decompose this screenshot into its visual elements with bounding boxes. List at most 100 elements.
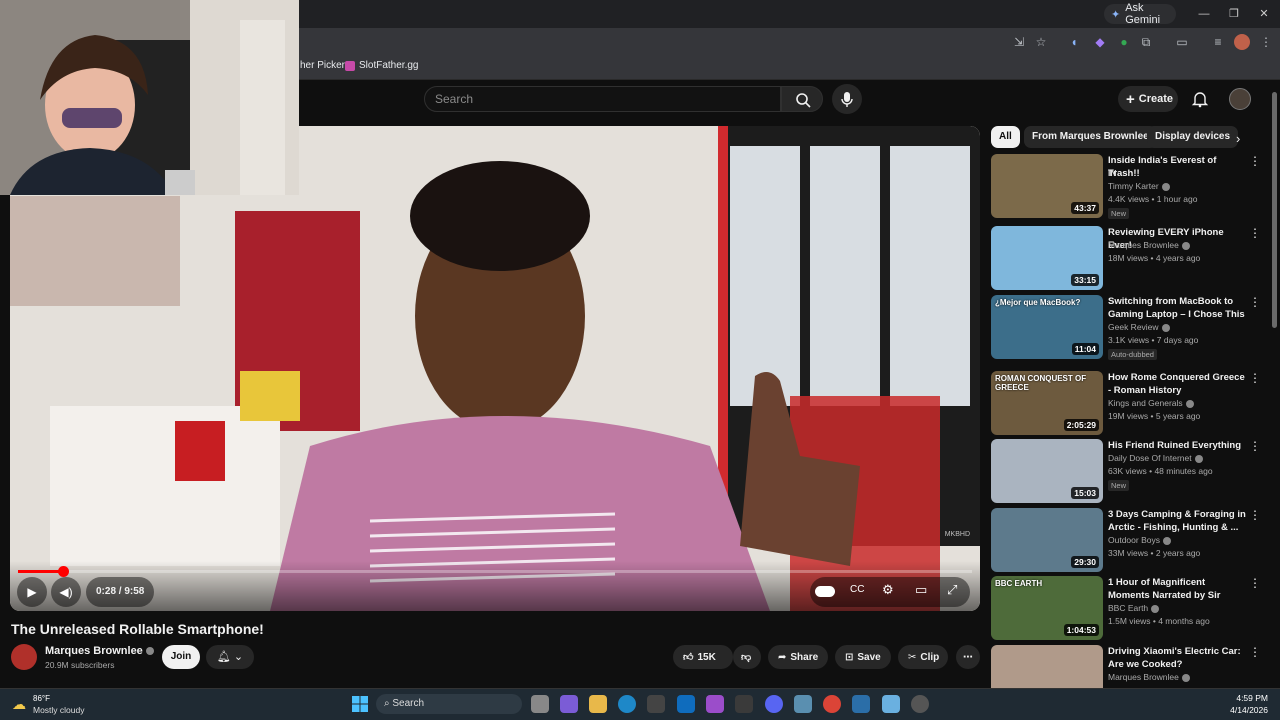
recommendation-item[interactable]: 33:15 Reviewing EVERY iPhone Ever! Marques… [991,226,1271,292]
video-thumbnail[interactable]: 29:30 [991,508,1103,572]
more-actions-button[interactable]: ⋯ [956,645,980,669]
search-input[interactable]: Search [424,86,781,112]
channel-name[interactable]: Kings and Generals [1108,398,1194,408]
more-options-icon[interactable]: ⋮ [1249,508,1261,522]
profile-avatar[interactable] [1234,34,1250,50]
video-thumbnail[interactable]: 43:37 [991,154,1103,218]
recommendation-item[interactable]: 43:37 Inside India's Everest of Trash!! IN… [991,154,1271,220]
fullscreen-icon[interactable]: ⤢ [947,582,957,598]
scrubber-handle[interactable] [57,566,69,577]
video-thumbnail[interactable]: 33:15 [991,226,1103,290]
search-button[interactable] [781,86,823,112]
edge-icon[interactable] [618,695,636,713]
restore-icon[interactable]: ❐ [1226,6,1242,22]
settings-gear-icon[interactable]: ⚙ [882,582,894,598]
start-button[interactable] [352,696,368,712]
more-options-icon[interactable]: ⋮ [1249,645,1261,659]
recommendation-title[interactable]: His Friend Ruined Everything [1108,439,1248,452]
more-options-icon[interactable]: ⋮ [1249,439,1261,453]
bookmark-item[interactable]: her Picker [300,60,345,71]
chip-from-channel[interactable]: From Marques Brownlee [1024,126,1157,148]
file-explorer-icon[interactable] [589,695,607,713]
autoplay-toggle[interactable] [815,586,835,597]
minimize-icon[interactable]: — [1196,6,1212,22]
video-thumbnail[interactable]: ¿Mejor que MacBook? 11:04 [991,295,1103,359]
chip-all[interactable]: All [991,126,1020,148]
more-options-icon[interactable]: ⋮ [1249,576,1261,590]
video-thumbnail[interactable]: ROMAN CONQUEST OF GREECE 2:05:29 [991,371,1103,435]
play-button[interactable]: ▶ [17,577,47,607]
discord-icon[interactable] [765,695,783,713]
create-button[interactable]: + Create [1118,86,1178,112]
recommendation-title[interactable]: 1 Hour of Magnificent Moments Narrated b… [1108,576,1248,604]
xbox-icon[interactable] [735,695,753,713]
video-thumbnail[interactable]: BBC EARTH 1:04:53 [991,576,1103,640]
recommendation-item[interactable]: BBC EARTH 1:04:53 1 Hour of Magnificent Mo… [991,576,1271,642]
recommendation-title[interactable]: Driving Xiaomi's Electric Car: Are we Co… [1108,645,1248,671]
like-button[interactable]: 👍︎ 15K [673,645,733,669]
app-icon[interactable] [706,695,724,713]
video-player[interactable]: MKBHD ▶ ◀) 0:28 / 9:58 CC ⚙ ▭ ⤢ [10,126,980,611]
extension-icon[interactable]: ◆ [1092,34,1108,50]
progress-bar[interactable] [18,566,972,577]
extension-icon[interactable]: ● [1116,34,1132,50]
kebab-menu-icon[interactable]: ⋮ [1258,34,1274,50]
recommendation-title[interactable]: How Rome Conquered Greece - Roman Histor… [1108,371,1248,399]
recommendation-item[interactable]: ¿Mejor que MacBook? 11:04 Switching from M… [991,295,1271,361]
chip-display-devices[interactable]: Display devices [1147,126,1239,148]
channel-name[interactable]: Marques Brownlee [1108,672,1190,682]
captions-icon[interactable]: CC [850,584,864,595]
app-icon[interactable] [852,695,870,713]
channel-name[interactable]: BBC Earth [1108,603,1160,613]
account-avatar[interactable] [1229,88,1251,110]
extension-icon[interactable]: ◖ [1066,34,1082,50]
recommendation-item[interactable]: 29:30 3 Days Camping & Foraging in Arctic… [991,508,1271,574]
mute-button[interactable]: ◀) [51,577,81,607]
notepad-icon[interactable] [882,695,900,713]
task-view-icon[interactable] [531,695,549,713]
clip-button[interactable]: ✂ Clip [898,645,948,669]
store-icon[interactable] [647,695,665,713]
puzzle-icon[interactable]: ⧉ [1138,34,1154,50]
channel-name[interactable]: Outdoor Boys [1108,535,1171,545]
save-button[interactable]: ⊡ Save [835,645,891,669]
menu-lines-icon[interactable]: ≡ [1210,34,1226,50]
channel-name[interactable]: Geek Review [1108,322,1170,332]
chrome-icon[interactable] [823,695,841,713]
recommendation-item[interactable]: ROMAN CONQUEST OF GREECE 2:05:29 How Rome … [991,371,1271,437]
theater-mode-icon[interactable]: ▭ [915,582,927,598]
notifications-button[interactable] [1191,90,1209,108]
dislike-button[interactable]: 👎︎ [733,645,761,669]
share-button[interactable]: ➦ Share [768,645,828,669]
recommendation-item[interactable]: 15:03 His Friend Ruined Everything Daily D… [991,439,1271,505]
install-icon[interactable]: ⇲ [1011,34,1027,50]
app-icon[interactable] [794,695,812,713]
ask-gemini-button[interactable]: ✦ Ask Gemini [1104,2,1176,26]
scrollbar[interactable] [1272,92,1277,328]
recommendation-title[interactable]: Switching from MacBook to Gaming Laptop … [1108,295,1248,323]
taskbar-search[interactable]: ⌕ Search [376,694,522,714]
recommendation-title[interactable]: Inside India's Everest of Trash!! [1108,154,1248,180]
voice-search-button[interactable] [832,84,862,114]
join-button[interactable]: Join [162,645,200,669]
subscribed-bell-button[interactable]: 🔔︎ ⌄ [206,645,254,669]
channel-avatar[interactable] [11,644,37,670]
channel-name[interactable]: Timmy Karter [1108,181,1170,191]
recommendation-title[interactable]: 3 Days Camping & Foraging in Arctic - Fi… [1108,508,1248,534]
more-options-icon[interactable]: ⋮ [1249,371,1261,385]
channel-name[interactable]: Daily Dose Of Internet [1108,453,1203,463]
more-options-icon[interactable]: ⋮ [1249,226,1261,240]
channel-name[interactable]: Marques Brownlee [45,645,154,657]
close-icon[interactable]: ✕ [1256,6,1272,22]
obs-icon[interactable] [911,695,929,713]
channel-name[interactable]: Marques Brownlee [1108,240,1190,250]
more-options-icon[interactable]: ⋮ [1249,295,1261,309]
outlook-icon[interactable] [677,695,695,713]
more-options-icon[interactable]: ⋮ [1249,154,1261,168]
bookmark-star-icon[interactable]: ☆ [1033,34,1049,50]
copilot-icon[interactable] [560,695,578,713]
chevron-right-icon[interactable]: › [1236,131,1240,146]
bookmark-item[interactable]: SlotFather.gg [345,60,418,71]
video-thumbnail[interactable]: 15:03 [991,439,1103,503]
cast-icon[interactable]: ▭ [1174,34,1190,50]
